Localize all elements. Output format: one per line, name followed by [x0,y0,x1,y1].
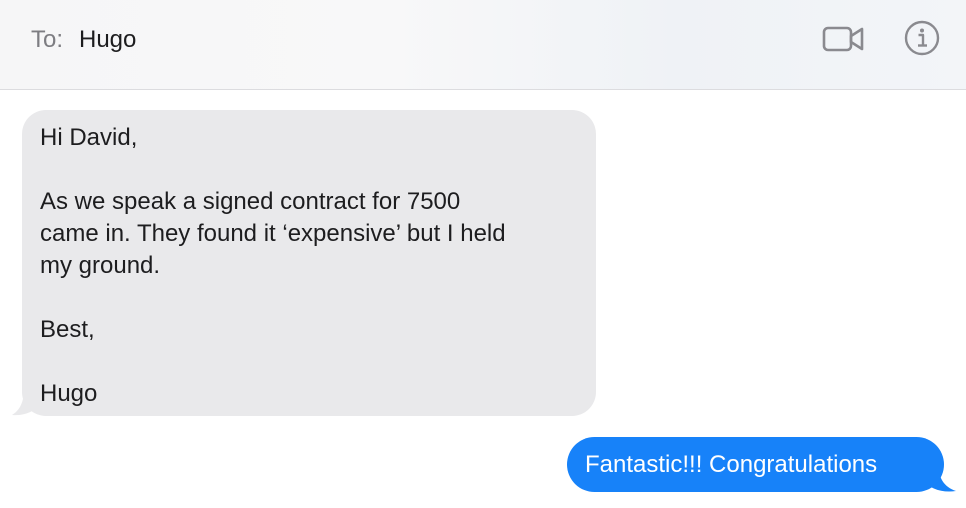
recipient-name[interactable]: Hugo [79,25,136,55]
conversation-header: To: Hugo [0,0,966,90]
delivery-status-glyphs [845,503,955,508]
info-icon[interactable] [904,20,940,56]
messages-window: To: Hugo Hi David, As we speak a signed … [0,0,966,508]
outgoing-message-bubble[interactable]: Fantastic!!! Congratulations [567,437,944,492]
delivery-status-partial [845,499,955,508]
incoming-message-bubble[interactable]: Hi David, As we speak a signed contract … [22,110,596,416]
outgoing-message-text: Fantastic!!! Congratulations [585,450,878,478]
video-camera-icon[interactable] [822,23,866,55]
to-label: To: [31,26,64,53]
incoming-message-text: Hi David, As we speak a signed contract … [40,124,506,407]
